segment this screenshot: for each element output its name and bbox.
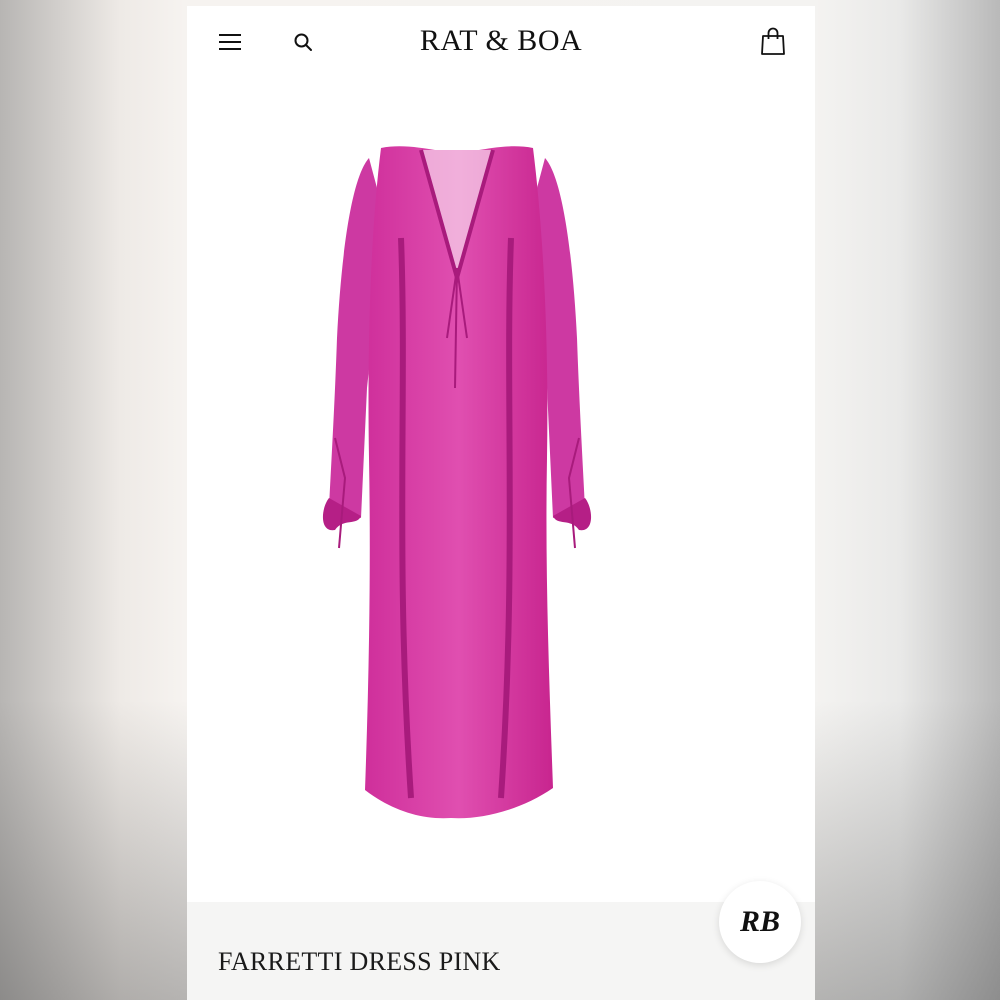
product-image[interactable] <box>321 138 593 838</box>
product-image-area <box>187 78 815 908</box>
product-title: FARRETTI DRESS PINK <box>218 947 501 976</box>
shopping-bag-icon[interactable] <box>760 26 786 56</box>
site-header: RAT & BOA <box>187 6 815 78</box>
brand-logo[interactable]: RAT & BOA <box>187 24 815 58</box>
chat-monogram: RB <box>739 905 781 938</box>
phone-screen: RAT & BOA FARRETTI DRESS PINK RB <box>187 6 815 1000</box>
chat-button[interactable]: RB <box>719 881 801 963</box>
